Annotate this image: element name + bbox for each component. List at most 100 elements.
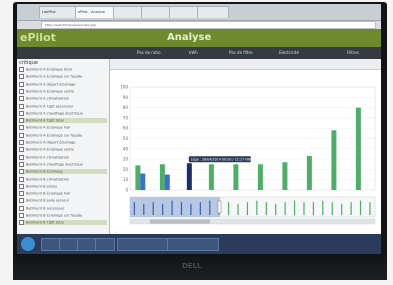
bar[interactable] — [164, 174, 170, 190]
filters-button[interactable]: Filtres — [347, 49, 359, 57]
checkbox-icon[interactable] — [19, 118, 24, 124]
energy-dropdown[interactable]: Electricité — [279, 49, 299, 57]
sidebar-item[interactable]: Batiment B éclairage — [19, 169, 107, 175]
navigator-mark — [284, 202, 286, 215]
sidebar-item-label: Batiment B éclairage sur façade — [26, 213, 83, 218]
checkbox-icon[interactable] — [19, 154, 24, 160]
navigator-mark — [331, 202, 333, 215]
y-tick-label: 60 — [123, 126, 129, 131]
bar[interactable] — [257, 164, 263, 190]
checkbox-icon[interactable] — [19, 205, 24, 211]
sidebar-item[interactable]: Batiment A Tgbt total — [19, 118, 107, 124]
checkbox-icon[interactable] — [19, 191, 24, 197]
sidebar-item[interactable]: Batiment B éclairage sur façade — [19, 213, 107, 218]
sidebar-item[interactable]: Batiment A éclairage sortie — [19, 147, 107, 153]
ratio-dropdown[interactable]: Pas de ratio — [137, 49, 161, 57]
navigator-mark — [312, 202, 315, 215]
app-brand: ePilot — [20, 31, 56, 44]
bar[interactable] — [159, 164, 165, 190]
sidebar-item[interactable]: Batiment A éclairage sur façade — [19, 132, 107, 138]
sidebar-item-label: Batiment A éclairage sur façade — [26, 133, 83, 138]
bar[interactable] — [355, 107, 361, 190]
sidebar-item[interactable]: Batiment A éclairage total — [19, 67, 107, 72]
bar[interactable] — [186, 163, 192, 190]
checkbox-icon[interactable] — [19, 74, 24, 80]
checkbox-icon[interactable] — [19, 213, 24, 218]
sidebar-item[interactable]: Batiment B prises — [19, 183, 107, 189]
taskbar-app[interactable] — [59, 238, 79, 251]
taskbar-app[interactable] — [167, 238, 219, 251]
sidebar-item-label: Batiment A climatisation — [26, 155, 70, 160]
y-tick-label: 40 — [123, 146, 129, 151]
taskbar-app[interactable] — [117, 238, 169, 251]
checkbox-icon[interactable] — [19, 161, 24, 167]
sidebar-item[interactable]: Batiment A éclairage hall — [19, 125, 107, 131]
sidebar-item-label: Batiment B prises — [26, 184, 58, 189]
bar[interactable] — [282, 162, 288, 190]
filter-dropdown[interactable]: Pas de filtre — [229, 49, 253, 57]
sidebar-item[interactable]: Batiment A éclairage sortie — [19, 88, 107, 94]
scrollbar-thumb[interactable] — [150, 219, 210, 224]
checkbox-icon[interactable] — [19, 140, 24, 145]
bar[interactable] — [135, 165, 141, 190]
taskbar-app[interactable] — [77, 238, 97, 251]
laptop-logo: DELL — [182, 262, 202, 270]
checkbox-icon[interactable] — [19, 81, 24, 87]
checkbox-icon[interactable] — [19, 169, 24, 175]
screen: LabPilot ePilot - Analyse https://epilot… — [17, 4, 381, 254]
sidebar-item-label: Batiment A chauffage électrique — [26, 162, 83, 167]
sidebar-item[interactable]: Batiment B Tgbt total — [19, 220, 107, 226]
unit-dropdown[interactable]: kWh — [189, 49, 198, 57]
taskbar-app[interactable] — [95, 238, 115, 251]
start-button-icon[interactable] — [21, 237, 35, 251]
y-tick-label: 80 — [123, 105, 129, 110]
navigator-mark — [350, 202, 352, 215]
checkbox-icon[interactable] — [19, 147, 24, 153]
bar[interactable] — [208, 164, 214, 190]
bar[interactable] — [331, 130, 337, 190]
sidebar-item[interactable]: Batiment A Tgbt ascenseur — [19, 103, 107, 109]
sidebar-item[interactable]: Batiment A chauffage électrique — [19, 110, 107, 116]
navigator-mark — [133, 202, 135, 215]
bar[interactable] — [140, 173, 146, 190]
bar-chart: 0 10 20 30 40 50 60 70 80 90 100 Lège : 28/04/2014 … — [120, 85, 376, 225]
address-bar[interactable]: https://epilot/fr/analyse/index.php — [41, 21, 376, 29]
sidebar-item[interactable]: Batiment A chauffage électrique — [19, 161, 107, 167]
sidebar-item[interactable]: Batiment A climatisation — [19, 154, 107, 160]
checkbox-icon[interactable] — [19, 125, 24, 131]
sidebar-item-label: Batiment B éclairage hall — [26, 191, 71, 196]
navigator-mark — [190, 203, 192, 215]
checkbox-icon[interactable] — [19, 220, 24, 226]
bar[interactable] — [233, 164, 239, 190]
sidebar-item-label: Batiment A climatisation — [26, 96, 70, 101]
sidebar-item[interactable]: Batiment A départ éclairage — [19, 81, 107, 87]
browser-tab[interactable] — [197, 6, 229, 18]
checkbox-icon[interactable] — [19, 132, 24, 138]
checkbox-icon[interactable] — [19, 110, 24, 116]
sidebar-item[interactable]: Batiment A climatisation — [19, 96, 107, 102]
checkbox-icon[interactable] — [19, 198, 24, 204]
checkbox-icon[interactable] — [19, 88, 24, 94]
navigator-handle[interactable] — [217, 200, 222, 214]
sidebar-item[interactable]: Batiment A éclairage sur façade — [19, 74, 107, 80]
sidebar-item[interactable]: Batiment B ascenseur — [19, 205, 107, 211]
sidebar-item[interactable]: Batiment B salle serveur — [19, 198, 107, 204]
navigator-mark — [303, 202, 305, 215]
navigator-mark — [199, 202, 201, 215]
bar[interactable] — [306, 156, 312, 190]
y-tick-label: 70 — [123, 115, 129, 120]
sidebar-item[interactable]: Batiment B climatisation — [19, 176, 107, 182]
taskbar-app[interactable] — [41, 238, 61, 251]
checkbox-icon[interactable] — [19, 103, 24, 109]
navigator-mark — [162, 203, 164, 215]
checkbox-icon[interactable] — [19, 67, 24, 72]
browser-tab-active[interactable]: ePilot - Analyse — [75, 6, 117, 18]
checkbox-icon[interactable] — [19, 176, 24, 182]
checkbox-icon[interactable] — [19, 96, 24, 102]
browser-tab[interactable]: LabPilot — [39, 6, 79, 18]
sidebar-item[interactable]: Batiment A départ éclairage — [19, 140, 107, 145]
sidebar-item[interactable]: Batiment B éclairage hall — [19, 191, 107, 197]
meter-list-sidebar: critique Batiment A éclairage total Batim… — [17, 59, 110, 234]
page-title: Analyse — [167, 32, 212, 43]
checkbox-icon[interactable] — [19, 183, 24, 189]
